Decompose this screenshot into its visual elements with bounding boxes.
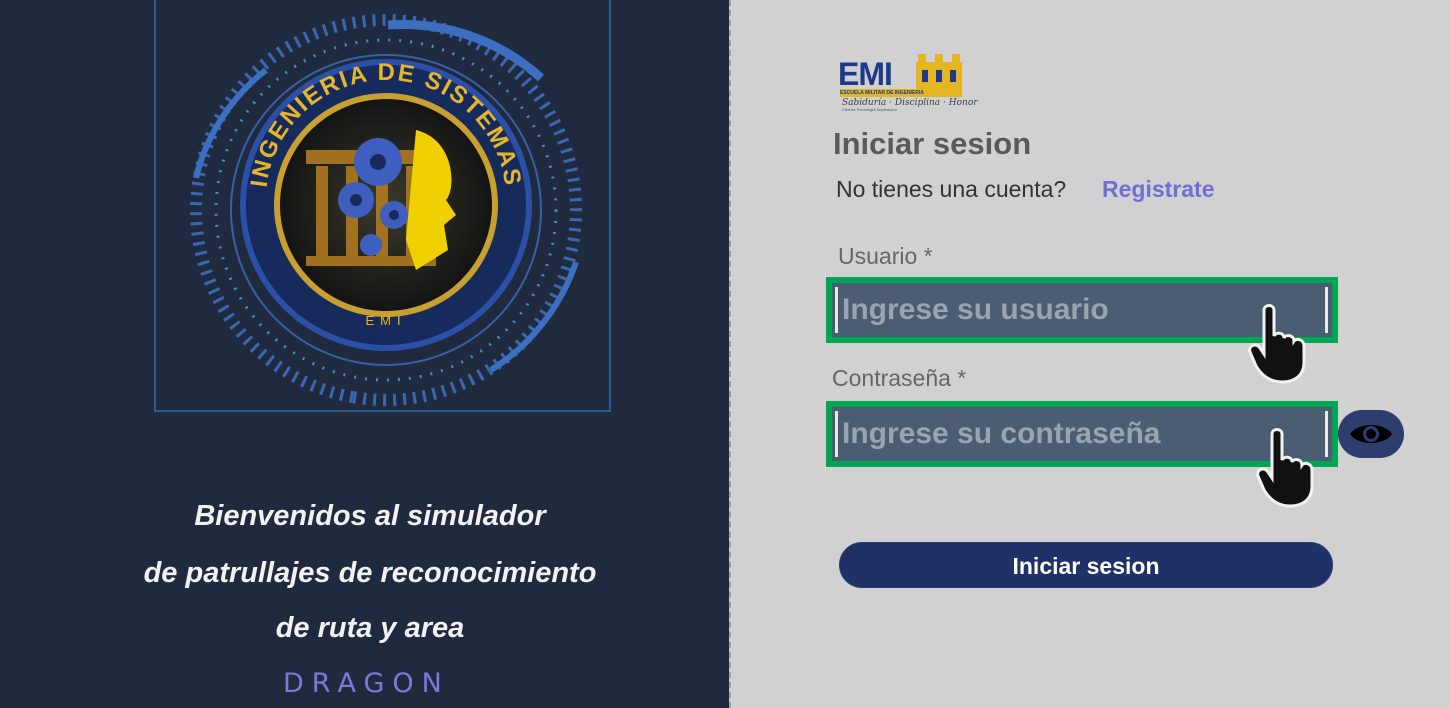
login-title: Iniciar sesion <box>833 126 1032 161</box>
password-input[interactable] <box>842 413 1312 455</box>
hand-pointer-icon <box>1256 428 1314 508</box>
welcome-panel: INGENIERIA DE SISTEMAS EMI Bienvenidos a… <box>0 0 729 708</box>
eye-icon <box>1350 425 1392 443</box>
username-input[interactable] <box>842 289 1312 331</box>
register-link[interactable]: Registrate <box>1102 176 1214 203</box>
toggle-password-visibility-button[interactable] <box>1338 410 1404 458</box>
emi-logo: EMI ESCUELA MILITAR DE INGENIERIA Sabidu… <box>838 54 978 112</box>
panel-divider <box>729 0 731 708</box>
no-account-text: No tienes una cuenta? <box>836 176 1067 202</box>
dragon-brand: DRAGON <box>283 668 450 699</box>
password-label: Contraseña * <box>832 365 967 391</box>
hand-pointer-icon <box>1248 304 1306 384</box>
emblem-frame: INGENIERIA DE SISTEMAS EMI <box>154 0 611 412</box>
username-label: Usuario * <box>838 243 933 269</box>
logo-text: EMI <box>838 56 893 92</box>
login-submit-button[interactable]: Iniciar sesion <box>839 542 1333 588</box>
logo-tagline: Ciencia Tecnologia Superacion <box>842 107 897 112</box>
logo-subtitle: ESCUELA MILITAR DE INGENIERIA <box>840 90 924 96</box>
engineering-emblem: INGENIERIA DE SISTEMAS EMI <box>190 14 582 406</box>
castle-icon <box>916 54 962 90</box>
welcome-line-3: de ruta y area <box>275 612 465 644</box>
welcome-line-1: Bienvenidos al simulador <box>194 500 546 532</box>
emblem-bottom-text: EMI <box>365 313 406 328</box>
welcome-line-2: de patrullajes de reconocimiento <box>143 557 597 589</box>
